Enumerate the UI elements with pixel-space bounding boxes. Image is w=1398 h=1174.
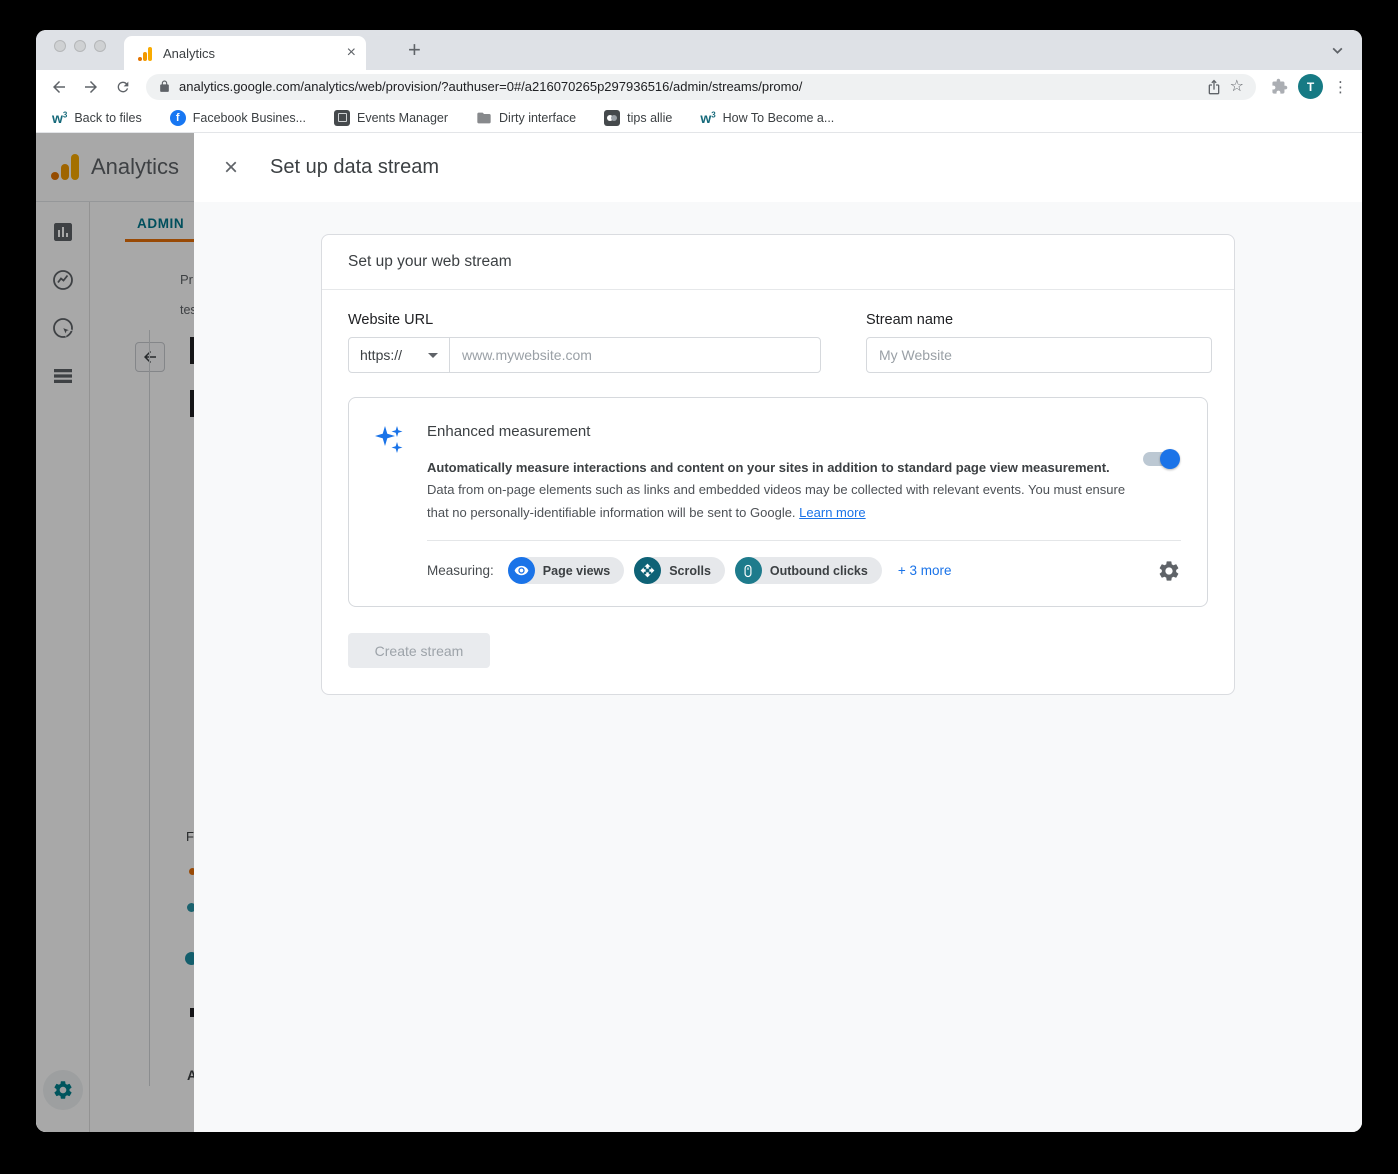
learn-more-link[interactable]: Learn more	[799, 505, 865, 520]
window-minimize-button[interactable]	[74, 40, 86, 52]
bookmark-item[interactable]: tips allie	[604, 110, 672, 126]
website-url-label: Website URL	[348, 312, 821, 328]
close-tab-icon[interactable]: ×	[347, 45, 356, 61]
url-text[interactable]: analytics.google.com/analytics/web/provi…	[179, 79, 1198, 94]
bookmark-item[interactable]: w3 Back to files	[52, 111, 142, 125]
url-bar[interactable]: analytics.google.com/analytics/web/provi…	[146, 74, 1256, 100]
measurement-settings-gear-icon[interactable]	[1157, 559, 1181, 583]
bookmark-item[interactable]: w3 How To Become a...	[700, 111, 834, 125]
camera-square-icon	[604, 110, 620, 126]
back-icon[interactable]	[46, 74, 72, 100]
bookmark-item[interactable]: f Facebook Busines...	[170, 110, 306, 126]
w3-logo-icon: w3	[700, 111, 715, 125]
image-square-icon	[334, 110, 350, 126]
analytics-favicon-icon	[138, 46, 153, 61]
new-tab-button[interactable]: +	[408, 37, 421, 63]
card-title: Set up your web stream	[322, 235, 1234, 290]
bookmark-item[interactable]: Events Manager	[334, 110, 448, 126]
w3-logo-icon: w3	[52, 111, 67, 125]
chip-outbound-clicks: Outbound clicks	[735, 557, 882, 584]
tab-title: Analytics	[163, 46, 347, 61]
stream-name-field-group: Stream name	[866, 312, 1212, 373]
enhanced-measurement-panel: Enhanced measurement Automatically measu…	[348, 397, 1208, 607]
stream-name-label: Stream name	[866, 312, 1212, 328]
enhanced-measurement-title: Enhanced measurement	[427, 423, 1181, 440]
bookmark-star-icon[interactable]: ☆	[1230, 79, 1244, 95]
extensions-puzzle-icon[interactable]	[1266, 74, 1292, 100]
enhanced-measurement-toggle[interactable]	[1143, 452, 1177, 466]
website-url-field-group: Website URL https://	[348, 312, 821, 373]
window-close-button[interactable]	[54, 40, 66, 52]
forward-icon[interactable]	[78, 74, 104, 100]
lock-icon	[158, 80, 171, 93]
measuring-label: Measuring:	[427, 563, 494, 578]
divider	[427, 540, 1181, 541]
eye-icon	[508, 557, 535, 584]
protocol-select[interactable]: https://	[349, 338, 450, 372]
move-arrows-icon	[634, 557, 661, 584]
share-icon[interactable]	[1206, 79, 1222, 95]
website-url-input[interactable]	[450, 338, 820, 372]
modal-title: Set up data stream	[270, 156, 439, 179]
tab-strip: Analytics × +	[36, 30, 1362, 70]
window-zoom-button[interactable]	[94, 40, 106, 52]
chip-page-views: Page views	[508, 557, 624, 584]
modal-header: × Set up data stream	[194, 133, 1362, 202]
browser-tab[interactable]: Analytics ×	[124, 36, 366, 70]
browser-window: Analytics × + analytics.google.com/analy…	[36, 30, 1362, 1132]
browser-menu-icon[interactable]: ⋮	[1329, 78, 1352, 96]
create-stream-button[interactable]: Create stream	[348, 633, 490, 668]
reload-icon[interactable]	[110, 74, 136, 100]
web-stream-card: Set up your web stream Website URL https…	[321, 234, 1235, 695]
sparkle-icon	[375, 424, 405, 456]
folder-icon	[476, 110, 492, 126]
mouse-icon	[735, 557, 762, 584]
chevron-down-icon	[428, 353, 438, 358]
enhanced-measurement-description: Automatically measure interactions and c…	[427, 457, 1139, 524]
profile-avatar[interactable]: T	[1298, 74, 1323, 99]
close-icon[interactable]: ×	[224, 156, 252, 180]
page-content: Analytics ADMIN Pr tes	[36, 133, 1362, 1132]
more-measurements-link[interactable]: + 3 more	[898, 563, 952, 578]
stream-name-input[interactable]	[866, 337, 1212, 373]
chip-scrolls: Scrolls	[634, 557, 725, 584]
browser-toolbar: analytics.google.com/analytics/web/provi…	[36, 70, 1362, 103]
facebook-icon: f	[170, 110, 186, 126]
chevron-down-icon[interactable]	[1331, 44, 1344, 62]
modal-body: Set up your web stream Website URL https…	[194, 202, 1362, 1132]
bookmark-item[interactable]: Dirty interface	[476, 110, 576, 126]
setup-data-stream-modal: × Set up data stream Set up your web str…	[194, 133, 1362, 1132]
bookmarks-bar: w3 Back to files f Facebook Busines... E…	[36, 103, 1362, 133]
